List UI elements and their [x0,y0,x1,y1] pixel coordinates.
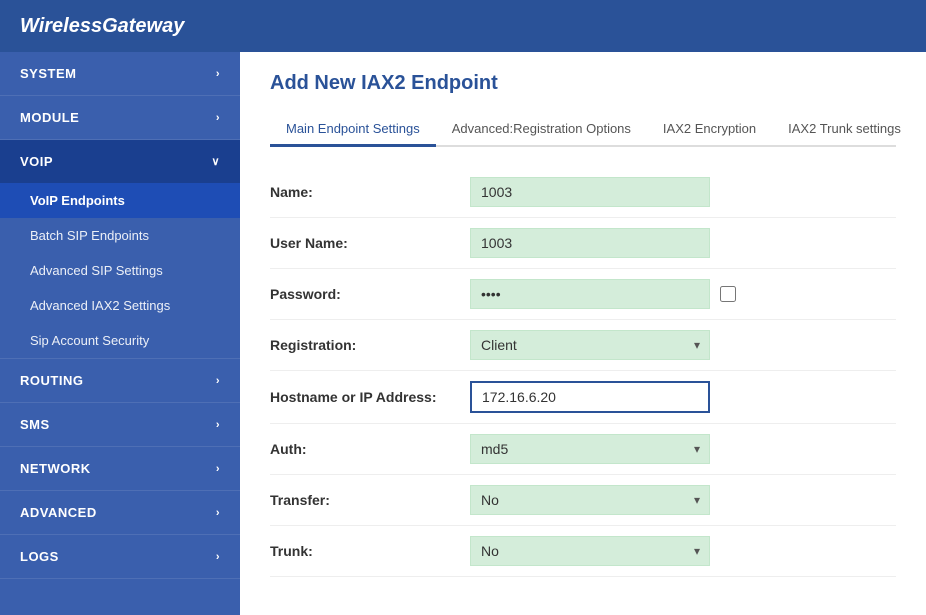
sidebar-item-network[interactable]: NETWORK › [0,447,240,490]
sidebar-sub-label-voip-endpoints: VoIP Endpoints [30,193,125,208]
form-row-transfer: Transfer: No Yes [270,475,896,526]
form-row-registration: Registration: Client Server None [270,320,896,371]
endpoint-form: Name: User Name: Password: Registration:… [270,167,896,577]
sidebar-sub-label-batch-sip: Batch SIP Endpoints [30,228,149,243]
tab-main-endpoint[interactable]: Main Endpoint Settings [270,113,436,147]
password-show-checkbox[interactable] [720,286,736,302]
sidebar-label-system: SYSTEM [20,66,76,81]
chevron-right-icon: › [216,463,220,475]
chevron-right-icon: › [216,551,220,563]
tab-advanced-registration[interactable]: Advanced:Registration Options [436,113,647,147]
form-row-auth: Auth: md5 plaintext rsa [270,424,896,475]
app-title: WirelessGateway [20,15,184,38]
input-password[interactable] [470,279,710,309]
select-auth[interactable]: md5 plaintext rsa [470,434,710,464]
chevron-right-icon: › [216,419,220,431]
sidebar-item-voip[interactable]: VOIP ∨ [0,140,240,183]
tab-iax2-trunk[interactable]: IAX2 Trunk settings [772,113,917,147]
label-username: User Name: [270,235,470,251]
sidebar-sub-item-advanced-iax2[interactable]: Advanced IAX2 Settings [0,288,240,323]
input-hostname[interactable] [470,381,710,413]
sidebar-sub-item-voip-endpoints[interactable]: VoIP Endpoints [0,183,240,218]
select-registration[interactable]: Client Server None [470,330,710,360]
sidebar-section-system: SYSTEM › [0,52,240,96]
sidebar-label-routing: ROUTING [20,373,83,388]
sidebar-sub-label-sip-account: Sip Account Security [30,333,149,348]
form-row-name: Name: [270,167,896,218]
app-header: WirelessGateway [0,0,926,52]
sidebar-label-logs: LOGS [20,549,59,564]
form-row-trunk: Trunk: No Yes [270,526,896,577]
label-transfer: Transfer: [270,492,470,508]
sidebar-sub-item-sip-account[interactable]: Sip Account Security [0,323,240,358]
sidebar-item-module[interactable]: MODULE › [0,96,240,139]
form-row-hostname: Hostname or IP Address: [270,371,896,424]
select-wrapper-registration: Client Server None [470,330,710,360]
label-registration: Registration: [270,337,470,353]
select-trunk[interactable]: No Yes [470,536,710,566]
chevron-right-icon: › [216,507,220,519]
input-name[interactable] [470,177,710,207]
sidebar-section-module: MODULE › [0,96,240,140]
select-wrapper-auth: md5 plaintext rsa [470,434,710,464]
sidebar-section-advanced: ADVANCED › [0,491,240,535]
select-wrapper-transfer: No Yes [470,485,710,515]
input-username[interactable] [470,228,710,258]
sidebar: SYSTEM › MODULE › VOIP ∨ VoIP Endpoints … [0,52,240,615]
select-wrapper-trunk: No Yes [470,536,710,566]
sidebar-section-routing: ROUTING › [0,359,240,403]
sidebar-item-sms[interactable]: SMS › [0,403,240,446]
form-row-username: User Name: [270,218,896,269]
sidebar-sub-item-advanced-sip[interactable]: Advanced SIP Settings [0,253,240,288]
sidebar-sub-label-advanced-iax2: Advanced IAX2 Settings [30,298,170,313]
label-hostname: Hostname or IP Address: [270,389,470,405]
sidebar-label-advanced: ADVANCED [20,505,97,520]
sidebar-label-voip: VOIP [20,154,53,169]
sidebar-item-logs[interactable]: LOGS › [0,535,240,578]
chevron-right-icon: › [216,112,220,124]
sidebar-label-network: NETWORK [20,461,91,476]
sidebar-item-system[interactable]: SYSTEM › [0,52,240,95]
sidebar-sub-label-advanced-sip: Advanced SIP Settings [30,263,163,278]
label-name: Name: [270,184,470,200]
sidebar-section-network: NETWORK › [0,447,240,491]
sidebar-section-sms: SMS › [0,403,240,447]
sidebar-label-module: MODULE [20,110,79,125]
chevron-right-icon: › [216,68,220,80]
label-trunk: Trunk: [270,543,470,559]
label-auth: Auth: [270,441,470,457]
chevron-down-icon: ∨ [211,155,220,168]
tab-bar: Main Endpoint Settings Advanced:Registra… [270,113,896,147]
sidebar-section-voip: VOIP ∨ VoIP Endpoints Batch SIP Endpoint… [0,140,240,359]
page-title: Add New IAX2 Endpoint [270,72,896,95]
form-row-password: Password: [270,269,896,320]
sidebar-label-sms: SMS [20,417,50,432]
sidebar-item-routing[interactable]: ROUTING › [0,359,240,402]
sidebar-item-advanced[interactable]: ADVANCED › [0,491,240,534]
sidebar-sub-item-batch-sip[interactable]: Batch SIP Endpoints [0,218,240,253]
main-content: Add New IAX2 Endpoint Main Endpoint Sett… [240,52,926,615]
label-password: Password: [270,286,470,302]
select-transfer[interactable]: No Yes [470,485,710,515]
tab-iax2-encryption[interactable]: IAX2 Encryption [647,113,772,147]
sidebar-section-logs: LOGS › [0,535,240,579]
chevron-right-icon: › [216,375,220,387]
